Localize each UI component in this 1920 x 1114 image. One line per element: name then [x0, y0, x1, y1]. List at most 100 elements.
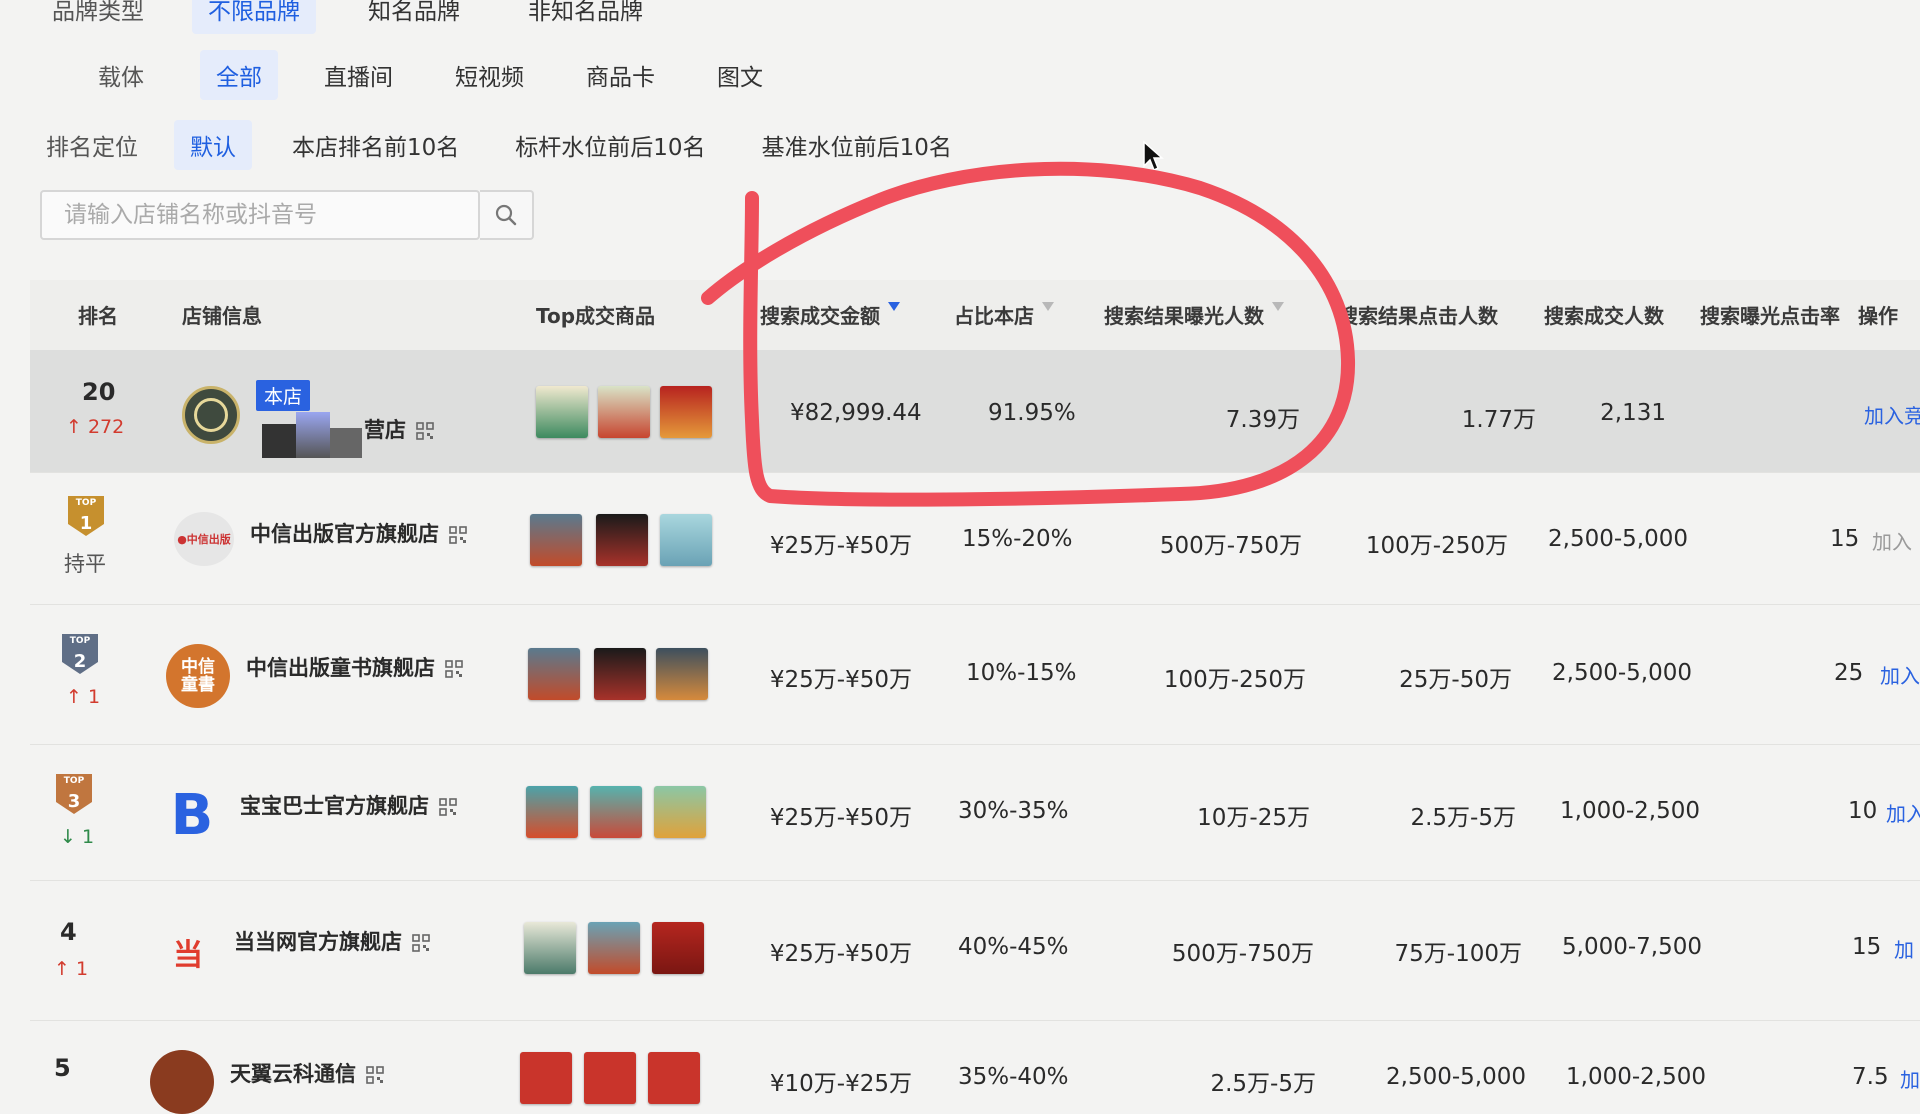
product-thumbnail[interactable]	[656, 648, 708, 700]
qr-code-icon[interactable]	[416, 422, 434, 440]
chip-unknown-brand[interactable]: 非知名品牌	[512, 0, 659, 34]
search-field[interactable]	[40, 190, 482, 240]
buyers: 2,131	[1600, 400, 1666, 426]
product-thumbnail[interactable]	[660, 514, 712, 566]
share: 35%-40%	[958, 1064, 1069, 1090]
header-search-gmv[interactable]: 搜索成交金额	[760, 300, 900, 329]
join-competitor-link[interactable]: 加入	[1886, 798, 1920, 827]
filter-rank-position: 排名定位 默认 本店排名前10名 标杆水位前后10名 基准水位前后10名	[46, 120, 968, 170]
product-thumbnail[interactable]	[648, 1052, 700, 1104]
filter-brand-type-label: 品牌类型	[52, 0, 144, 25]
buyers: 1,000-2,500	[1560, 798, 1700, 824]
rank-change-value: 1	[75, 958, 89, 980]
join-competitor-link[interactable]: 加入	[1872, 526, 1912, 555]
chip-carrier-video[interactable]: 短视频	[439, 50, 540, 100]
qr-code-icon[interactable]	[366, 1066, 384, 1084]
blur-block-gray	[330, 428, 362, 458]
search-input[interactable]	[42, 192, 482, 238]
chip-rank-default[interactable]: 默认	[174, 120, 252, 170]
clicks: 75万-100万	[1394, 941, 1522, 967]
header-clicks[interactable]: 搜索结果点击人数	[1338, 300, 1498, 329]
exposure: 10万-25万	[1197, 805, 1310, 831]
shop-name[interactable]: 当当网官方旗舰店	[234, 926, 430, 956]
rank-number: 3	[67, 791, 81, 812]
shop-name-text: 天翼云科通信	[230, 1062, 356, 1086]
qr-code-icon[interactable]	[412, 934, 430, 952]
clicks: 2,500-5,000	[1386, 1064, 1526, 1090]
shop-logo: ●中信出版	[174, 512, 234, 566]
filter-rank-position-label: 排名定位	[46, 135, 138, 161]
shop-name[interactable]: 天翼云科通信	[230, 1058, 384, 1088]
chip-carrier-live[interactable]: 直播间	[308, 50, 409, 100]
rank-number: 4	[60, 918, 77, 946]
search-gmv: ¥25万-¥50万	[769, 805, 912, 831]
search-icon	[495, 204, 517, 226]
qr-code-icon[interactable]	[449, 526, 467, 544]
search-gmv: ¥25万-¥50万	[769, 941, 912, 967]
shop-name[interactable]: 中信出版童书旗舰店	[246, 652, 463, 682]
search-gmv: ¥25万-¥50万	[769, 533, 912, 559]
clicks: 2.5万-5万	[1410, 805, 1516, 831]
chip-carrier-image-text[interactable]: 图文	[701, 50, 779, 100]
product-thumbnail[interactable]	[528, 648, 580, 700]
shop-name-text: 中信出版童书旗舰店	[246, 656, 435, 680]
product-thumbnail[interactable]	[524, 922, 576, 974]
join-competitor-link[interactable]: 加	[1894, 934, 1914, 963]
rank-change-value: 1	[81, 826, 95, 848]
search-button[interactable]	[480, 190, 534, 240]
product-thumbnail[interactable]	[588, 922, 640, 974]
rank-number: 20	[82, 378, 116, 406]
chip-any-brand[interactable]: 不限品牌	[192, 0, 316, 34]
search-gmv: ¥25万-¥50万	[769, 667, 912, 693]
product-thumbnail[interactable]	[530, 514, 582, 566]
chip-carrier-all[interactable]: 全部	[200, 50, 278, 100]
header-ctr[interactable]: 搜索曝光点击率	[1700, 300, 1840, 329]
qr-code-icon[interactable]	[439, 798, 457, 816]
product-thumbnail[interactable]	[660, 386, 712, 438]
top-label: TOP	[63, 776, 85, 786]
header-buyers[interactable]: 搜索成交人数	[1544, 300, 1664, 329]
product-thumbnail[interactable]	[652, 922, 704, 974]
exposure: 500万-750万	[1171, 941, 1314, 967]
share: 30%-35%	[958, 798, 1069, 824]
ctr: 25	[1834, 660, 1864, 686]
product-thumbnail[interactable]	[590, 786, 642, 838]
join-competitor-link[interactable]: 加入竞	[1864, 400, 1920, 429]
shop-name[interactable]: 中信出版官方旗舰店	[250, 518, 467, 548]
exposure: 500万-750万	[1159, 533, 1302, 559]
rank-change-value: 1	[87, 686, 101, 708]
product-thumbnail[interactable]	[584, 1052, 636, 1104]
share: 91.95%	[988, 400, 1076, 426]
header-share[interactable]: 占比本店	[954, 300, 1054, 329]
product-thumbnail[interactable]	[520, 1052, 572, 1104]
top-label: TOP	[75, 498, 97, 508]
shop-name[interactable]: 营店	[364, 414, 434, 444]
buyers: 2,500-5,000	[1548, 526, 1688, 552]
join-competitor-link[interactable]: 加入	[1880, 660, 1920, 689]
product-thumbnail[interactable]	[654, 786, 706, 838]
product-thumbnail[interactable]	[526, 786, 578, 838]
chip-carrier-product-card[interactable]: 商品卡	[570, 50, 671, 100]
buyers: 1,000-2,500	[1566, 1064, 1706, 1090]
product-thumbnail[interactable]	[594, 648, 646, 700]
rank-change: ↑ 272	[66, 416, 125, 438]
chip-known-brand[interactable]: 知名品牌	[352, 0, 476, 34]
own-store-tag: 本店	[256, 380, 311, 411]
rank-change: 持平	[64, 552, 106, 576]
header-exposure[interactable]: 搜索结果曝光人数	[1104, 300, 1284, 329]
filter-brand-type: 品牌类型 不限品牌 知名品牌 非知名品牌	[52, 0, 659, 34]
sort-icon[interactable]	[1272, 302, 1284, 311]
chip-rank-benchmark-10[interactable]: 标杆水位前后10名	[499, 120, 721, 170]
product-thumbnail[interactable]	[536, 386, 588, 438]
chip-rank-baseline-10[interactable]: 基准水位前后10名	[746, 120, 968, 170]
shop-name[interactable]: 宝宝巴士官方旗舰店	[240, 790, 457, 820]
header-top-products: Top成交商品	[536, 304, 656, 328]
qr-code-icon[interactable]	[445, 660, 463, 678]
sort-icon[interactable]	[1042, 302, 1054, 311]
product-thumbnail[interactable]	[598, 386, 650, 438]
rank-change-value: 272	[87, 416, 125, 438]
sort-desc-icon[interactable]	[888, 302, 900, 311]
product-thumbnail[interactable]	[596, 514, 648, 566]
chip-rank-own-top10[interactable]: 本店排名前10名	[276, 120, 475, 170]
join-competitor-link[interactable]: 加	[1900, 1064, 1920, 1093]
